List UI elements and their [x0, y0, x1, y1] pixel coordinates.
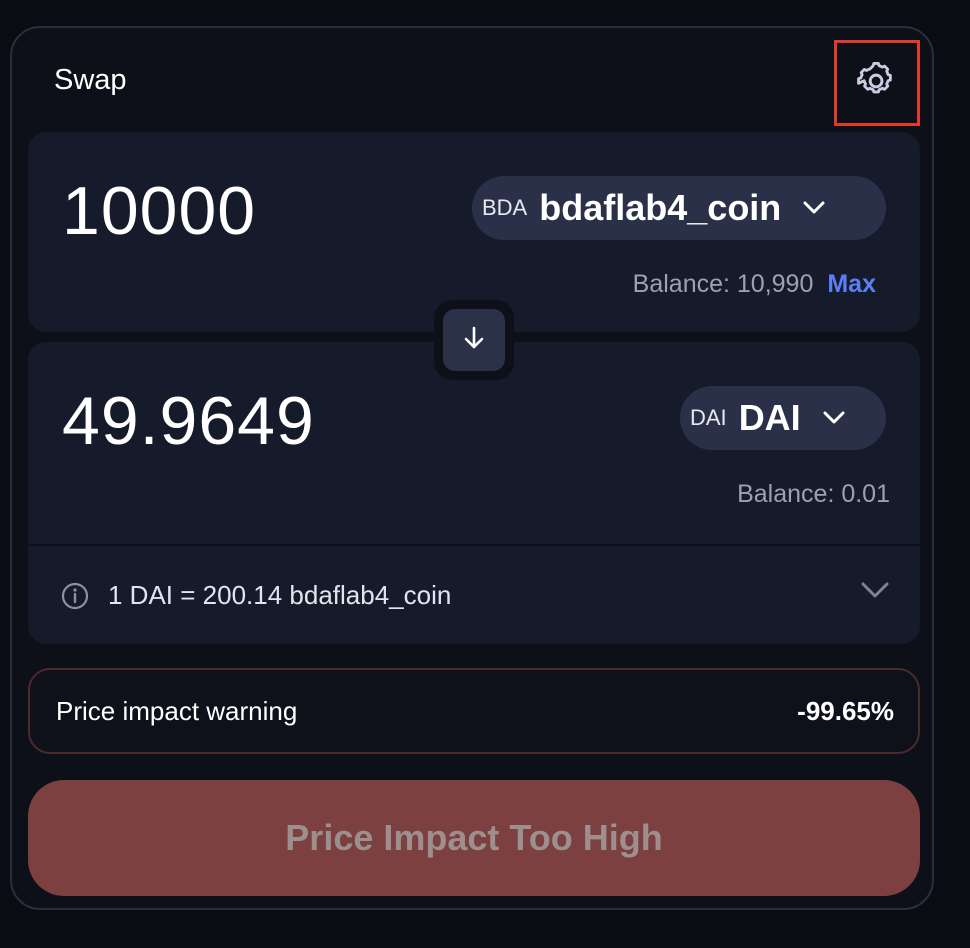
gear-icon [855, 59, 899, 108]
swap-title: Swap [54, 64, 127, 96]
to-token-selector[interactable]: DAI DAI [680, 386, 886, 450]
max-button[interactable]: Max [827, 270, 876, 298]
price-impact-warning: Price impact warning -99.65% [28, 668, 920, 754]
swap-direction-button[interactable] [443, 309, 505, 371]
swap-direction-wrapper [434, 300, 514, 380]
arrow-down-icon [462, 325, 486, 356]
warning-value: -99.65% [797, 696, 894, 726]
exchange-rate-row: 1 DAI = 200.14 bdaflab4_coin [60, 580, 451, 611]
settings-button[interactable] [834, 40, 920, 126]
to-balance: Balance: 0.01 [737, 480, 890, 508]
to-amount-output: 49.9649 [62, 383, 315, 459]
chevron-down-icon [860, 582, 890, 604]
from-balance-row: Balance: 10,990 Max [633, 270, 876, 299]
from-token-name: bdaflab4_coin [539, 187, 782, 228]
from-token-logo: BDA [482, 195, 528, 220]
divider [28, 544, 920, 546]
from-balance: Balance: 10,990 [632, 270, 814, 298]
warning-label: Price impact warning [56, 696, 298, 726]
chevron-down-icon [803, 201, 825, 215]
chevron-down-icon [823, 411, 845, 425]
info-icon [60, 581, 90, 611]
to-token-name: DAI [738, 397, 801, 438]
from-token-selector[interactable]: BDA bdaflab4_coin [472, 176, 886, 240]
swap-action-button[interactable]: Price Impact Too High [28, 780, 920, 896]
rate-details-toggle[interactable] [860, 580, 890, 605]
swap-card: Swap click 10000 BDA bdaflab4_coin Balan… [10, 26, 934, 910]
to-panel: 49.9649 DAI DAI Balance: 0.01 1 DAI = 20… [28, 342, 920, 644]
from-amount-input[interactable]: 10000 [62, 172, 256, 250]
to-token-logo: DAI [690, 405, 727, 430]
exchange-rate-text: 1 DAI = 200.14 bdaflab4_coin [108, 580, 452, 610]
